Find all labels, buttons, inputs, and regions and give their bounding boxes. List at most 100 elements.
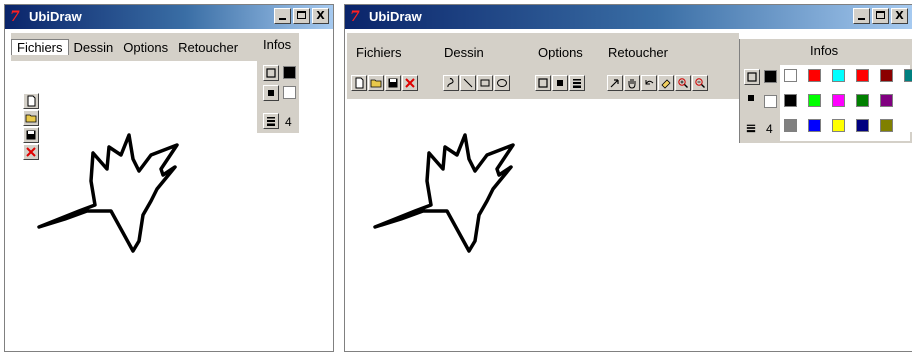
freehand-icon: [447, 77, 454, 88]
outline-icon: [538, 78, 548, 88]
menu-dessin[interactable]: Dessin: [69, 40, 119, 55]
outline-mode-button[interactable]: [263, 65, 279, 81]
foreground-color-swatch[interactable]: [764, 70, 777, 83]
infos-label: Infos: [263, 37, 292, 52]
filled-icon: [557, 80, 563, 86]
close-button[interactable]: X: [312, 8, 329, 24]
maximize-button[interactable]: [293, 8, 310, 24]
menu-retoucher[interactable]: Retoucher: [173, 40, 243, 55]
background-color-swatch[interactable]: [283, 86, 296, 99]
outline-mode-indicator[interactable]: [744, 69, 760, 85]
select-tool-button[interactable]: [607, 75, 623, 91]
right-window: 7 UbiDraw X Fichiers Dessin Options Reto…: [344, 4, 912, 352]
outline-square-icon: [266, 68, 276, 78]
open-file-button[interactable]: [23, 110, 39, 126]
line-icon: [463, 78, 473, 88]
ellipse-icon: [497, 79, 507, 87]
color-palette: [784, 69, 912, 132]
palette-color-swatch[interactable]: [856, 69, 869, 82]
close-icon: X: [895, 9, 904, 22]
zoom-out-icon: [695, 78, 705, 88]
open-folder-icon: [25, 114, 37, 123]
menu-dessin[interactable]: Dessin: [439, 45, 489, 60]
window-title: UbiDraw: [369, 9, 422, 24]
left-file-toolbar: [23, 93, 39, 160]
brush-size-value: 4: [766, 122, 773, 136]
foreground-color-swatch[interactable]: [283, 66, 296, 79]
minimize-button[interactable]: [274, 8, 291, 24]
palette-color-swatch[interactable]: [880, 119, 893, 132]
line-width-icon: [573, 79, 581, 88]
palette-color-swatch[interactable]: [808, 94, 821, 107]
hand-tool-button[interactable]: [624, 75, 640, 91]
outline-mode-button[interactable]: [535, 75, 551, 91]
palette-color-swatch[interactable]: [808, 119, 821, 132]
select-arrow-icon: [610, 79, 619, 88]
new-file-button[interactable]: [351, 75, 367, 91]
zoom-in-button[interactable]: [675, 75, 691, 91]
palette-color-swatch[interactable]: [832, 94, 845, 107]
line-width-button[interactable]: [263, 113, 279, 129]
menu-options[interactable]: Options: [118, 40, 173, 55]
palette-color-swatch[interactable]: [808, 69, 821, 82]
left-window: 7 UbiDraw X Fichiers Dessin Options Reto…: [4, 4, 334, 352]
close-button[interactable]: X: [891, 8, 908, 24]
save-file-button[interactable]: [385, 75, 401, 91]
freehand-tool-button[interactable]: [443, 75, 459, 91]
new-file-icon: [27, 95, 36, 107]
window-title: UbiDraw: [29, 9, 82, 24]
open-folder-icon: [370, 79, 382, 88]
menu-fichiers[interactable]: Fichiers: [351, 45, 407, 60]
retouch-toolbar: [607, 75, 708, 91]
maximize-button[interactable]: [872, 8, 889, 24]
ellipse-tool-button[interactable]: [494, 75, 510, 91]
palette-color-swatch[interactable]: [856, 94, 869, 107]
new-file-button[interactable]: [23, 93, 39, 109]
infos-label: Infos: [810, 43, 839, 58]
hand-icon: [628, 79, 636, 89]
line-width-button[interactable]: [569, 75, 585, 91]
zoom-out-button[interactable]: [692, 75, 708, 91]
zoom-in-icon: [678, 78, 688, 88]
minimize-button[interactable]: [853, 8, 870, 24]
menu-fichiers[interactable]: Fichiers: [11, 39, 69, 55]
palette-color-swatch[interactable]: [880, 69, 893, 82]
palette-color-swatch[interactable]: [856, 119, 869, 132]
filled-mode-button[interactable]: [552, 75, 568, 91]
undo-tool-button[interactable]: [641, 75, 657, 91]
save-disk-icon: [388, 78, 398, 88]
palette-color-swatch[interactable]: [880, 94, 893, 107]
file-toolbar: [351, 75, 418, 91]
palette-color-swatch[interactable]: [832, 119, 845, 132]
options-toolbar: [535, 75, 585, 91]
left-drawing-canvas: [37, 133, 179, 253]
save-file-button[interactable]: [23, 127, 39, 143]
close-file-button[interactable]: [23, 144, 39, 160]
left-titlebar[interactable]: 7 UbiDraw X: [5, 5, 333, 29]
palette-color-swatch[interactable]: [784, 119, 797, 132]
filled-square-icon: [268, 90, 274, 96]
palette-color-swatch[interactable]: [904, 69, 912, 82]
palette-color-swatch[interactable]: [784, 94, 797, 107]
eraser-tool-button[interactable]: [658, 75, 674, 91]
save-disk-icon: [26, 130, 36, 140]
right-titlebar[interactable]: 7 UbiDraw X: [345, 5, 912, 29]
right-infos-panel: Infos 4: [739, 39, 912, 143]
draw-toolbar: [443, 75, 510, 91]
rectangle-tool-button[interactable]: [477, 75, 493, 91]
close-file-button[interactable]: [402, 75, 418, 91]
palette-color-swatch[interactable]: [784, 69, 797, 82]
background-color-swatch[interactable]: [764, 95, 777, 108]
app-logo-icon: 7: [350, 9, 360, 25]
undo-icon: [645, 80, 654, 85]
line-tool-button[interactable]: [460, 75, 476, 91]
brush-size-value: 4: [285, 115, 292, 129]
rectangle-icon: [480, 79, 490, 87]
palette-color-swatch[interactable]: [832, 69, 845, 82]
menu-retoucher[interactable]: Retoucher: [603, 45, 673, 60]
filled-mode-button[interactable]: [263, 85, 279, 101]
open-file-button[interactable]: [368, 75, 384, 91]
menu-options[interactable]: Options: [533, 45, 588, 60]
close-x-icon: [405, 78, 415, 88]
new-file-icon: [355, 77, 364, 89]
